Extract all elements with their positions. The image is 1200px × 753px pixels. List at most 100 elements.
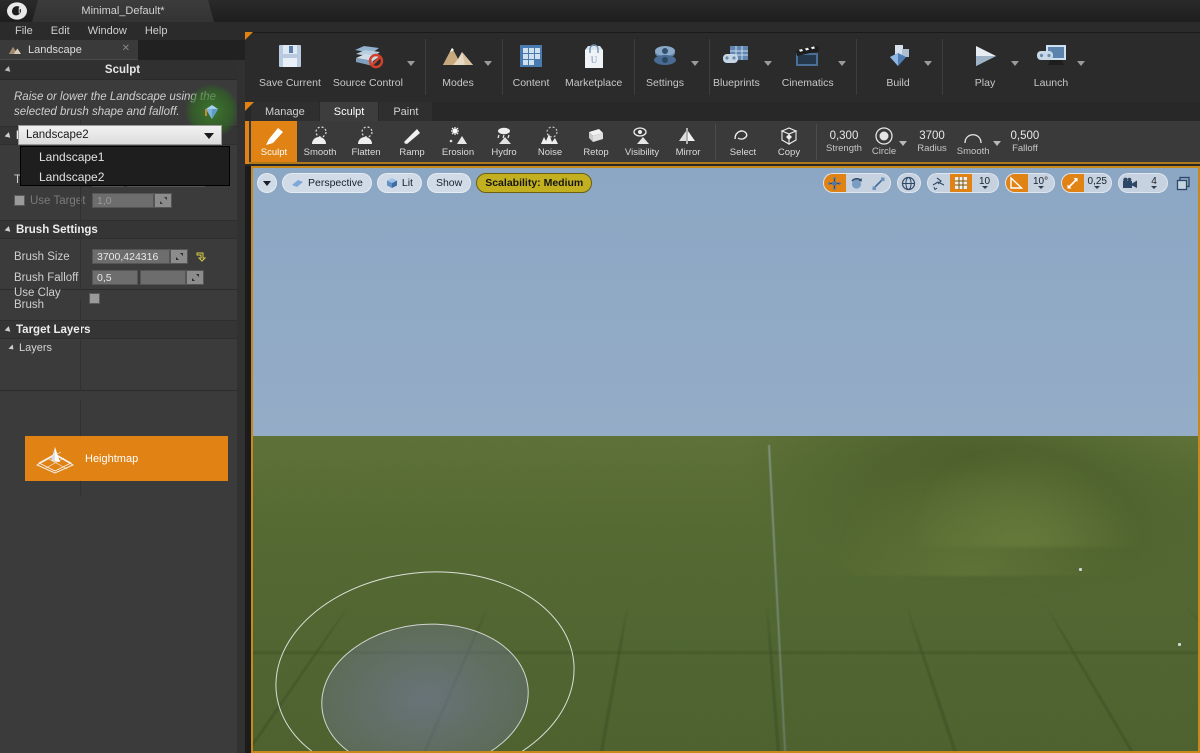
- content-button[interactable]: Content: [503, 37, 559, 95]
- tool-select[interactable]: Select: [720, 121, 766, 162]
- tool-noise[interactable]: Noise: [527, 121, 573, 162]
- target-layer-heightmap[interactable]: Heightmap: [25, 436, 228, 481]
- chevron-down-icon[interactable]: [1011, 61, 1019, 66]
- maximize-viewport-button[interactable]: [1174, 174, 1192, 192]
- chevron-down-icon[interactable]: [838, 61, 846, 66]
- view-mode-button[interactable]: Lit: [377, 173, 422, 193]
- level-viewport[interactable]: Perspective Lit Show Scalability: Medium: [251, 166, 1200, 753]
- use-target-spinner[interactable]: [154, 193, 172, 208]
- tool-erosion[interactable]: Erosion: [435, 121, 481, 162]
- brush-shape-label: Circle: [872, 146, 896, 157]
- scale-snap-value[interactable]: 0,25: [1084, 173, 1111, 193]
- camera-speed-button[interactable]: [1119, 173, 1141, 193]
- brush-falloff-control[interactable]: 0,500 Falloff: [1006, 121, 1045, 162]
- grid-snap-value[interactable]: 10: [972, 173, 998, 193]
- rotate-mode-button[interactable]: [846, 173, 868, 193]
- chevron-down-icon[interactable]: [484, 61, 492, 66]
- cinematics-button[interactable]: Cinematics: [776, 37, 840, 95]
- tool-copy[interactable]: Copy: [766, 121, 812, 162]
- brush-falloff-slider[interactable]: [140, 270, 186, 285]
- surface-snap-button[interactable]: [928, 173, 950, 193]
- camera-mode-button[interactable]: Perspective: [282, 173, 372, 193]
- source-control-label: Source Control: [333, 77, 403, 89]
- tab-landscape[interactable]: Landscape ✕: [0, 40, 138, 60]
- launch-button[interactable]: Launch: [1023, 37, 1079, 95]
- copy-icon: [778, 125, 800, 146]
- camera-mode-label: Perspective: [308, 177, 363, 189]
- menu-item-help[interactable]: Help: [136, 23, 177, 39]
- tool-visibility[interactable]: Visibility: [619, 121, 665, 162]
- settings-icon: [649, 37, 681, 75]
- tool-ramp[interactable]: Ramp: [389, 121, 435, 162]
- tool-mirror[interactable]: Mirror: [665, 121, 711, 162]
- brush-size-spinner[interactable]: [170, 249, 188, 264]
- brush-falloff-field[interactable]: 0,5: [92, 270, 138, 285]
- panel-scrollbar[interactable]: [237, 60, 245, 753]
- target-layers-header[interactable]: Target Layers: [0, 320, 245, 339]
- chevron-down-icon[interactable]: [1077, 61, 1085, 66]
- rotation-snap-value[interactable]: 10°: [1028, 173, 1054, 193]
- marketplace-button[interactable]: U Marketplace: [559, 37, 628, 95]
- document-tab[interactable]: Minimal_Default*: [32, 0, 214, 22]
- landscape-selector-dropdown[interactable]: Landscape1 Landscape2: [20, 146, 230, 186]
- menu-item-edit[interactable]: Edit: [42, 23, 79, 39]
- tab-manage[interactable]: Manage: [251, 102, 319, 121]
- brush-settings-header[interactable]: Brush Settings: [0, 220, 245, 239]
- source-control-button[interactable]: Source Control: [327, 37, 409, 95]
- tool-sculpt[interactable]: Sculpt: [251, 121, 297, 162]
- chevron-down-icon[interactable]: [407, 61, 415, 66]
- scale-gizmo-icon: [871, 176, 886, 191]
- use-clay-brush-checkbox[interactable]: [89, 293, 100, 304]
- dropdown-option-landscape2[interactable]: Landscape2: [21, 167, 229, 187]
- use-target-field[interactable]: 1,0: [92, 193, 154, 208]
- play-button[interactable]: Play: [957, 37, 1013, 95]
- dropdown-option-landscape1[interactable]: Landscape1: [21, 147, 229, 167]
- tool-smooth[interactable]: Smooth: [297, 121, 343, 162]
- brush-size-field[interactable]: 3700,424316: [92, 249, 170, 264]
- use-target-checkbox[interactable]: [14, 195, 25, 206]
- tab-paint[interactable]: Paint: [379, 102, 432, 121]
- modes-button[interactable]: Modes: [430, 37, 486, 95]
- save-current-button[interactable]: Save Current: [253, 37, 327, 95]
- menu-item-file[interactable]: File: [6, 23, 42, 39]
- camera-speed-value[interactable]: 4: [1141, 173, 1167, 193]
- translate-mode-button[interactable]: [824, 173, 846, 193]
- brush-shape-control[interactable]: Circle: [867, 121, 912, 162]
- menu-item-window[interactable]: Window: [79, 23, 136, 39]
- grid-snap-toggle[interactable]: [950, 173, 972, 193]
- scale-snap-toggle[interactable]: [1062, 173, 1084, 193]
- brush-radius-control[interactable]: 3700 Radius: [912, 121, 952, 162]
- chevron-down-icon[interactable]: [899, 141, 907, 146]
- show-menu-button[interactable]: Show: [427, 173, 471, 193]
- visibility-icon: [631, 125, 653, 146]
- close-icon[interactable]: ✕: [122, 43, 130, 54]
- brush-strength-control[interactable]: 0,300 Strength: [821, 121, 867, 162]
- scale-mode-button[interactable]: [868, 173, 890, 193]
- sculpt-section-header[interactable]: Sculpt: [0, 60, 245, 80]
- tool-sculpt-label: Sculpt: [261, 147, 287, 158]
- tool-retopologize[interactable]: Retop: [573, 121, 619, 162]
- build-button[interactable]: Build: [870, 37, 926, 95]
- tab-sculpt[interactable]: Sculpt: [320, 102, 379, 121]
- falloff-shape-control[interactable]: Smooth: [952, 121, 1006, 162]
- world-coordinate-button[interactable]: [898, 173, 920, 193]
- reset-to-default-icon[interactable]: [196, 251, 206, 262]
- collapse-triangle-icon: [5, 66, 13, 74]
- viewport-options-button[interactable]: [257, 173, 277, 193]
- chevron-down-icon[interactable]: [691, 61, 699, 66]
- chevron-down-icon[interactable]: [993, 141, 1001, 146]
- terrain-speck: [1178, 643, 1181, 646]
- tool-flatten[interactable]: Flatten: [343, 121, 389, 162]
- chevron-down-icon[interactable]: [764, 61, 772, 66]
- tool-hydro[interactable]: Hydro: [481, 121, 527, 162]
- layers-subheader[interactable]: Layers: [0, 339, 245, 357]
- settings-button[interactable]: Settings: [637, 37, 693, 95]
- scale-snap-group: 0,25: [1061, 173, 1112, 193]
- rotation-snap-toggle[interactable]: [1006, 173, 1028, 193]
- blueprints-button[interactable]: Blueprints: [707, 37, 766, 95]
- brush-falloff-spinner[interactable]: [186, 270, 204, 285]
- title-bar: Minimal_Default*: [0, 0, 1200, 22]
- chevron-down-icon[interactable]: [924, 61, 932, 66]
- landscape-selector-combo[interactable]: Landscape2: [18, 125, 222, 145]
- scalability-button[interactable]: Scalability: Medium: [476, 173, 592, 193]
